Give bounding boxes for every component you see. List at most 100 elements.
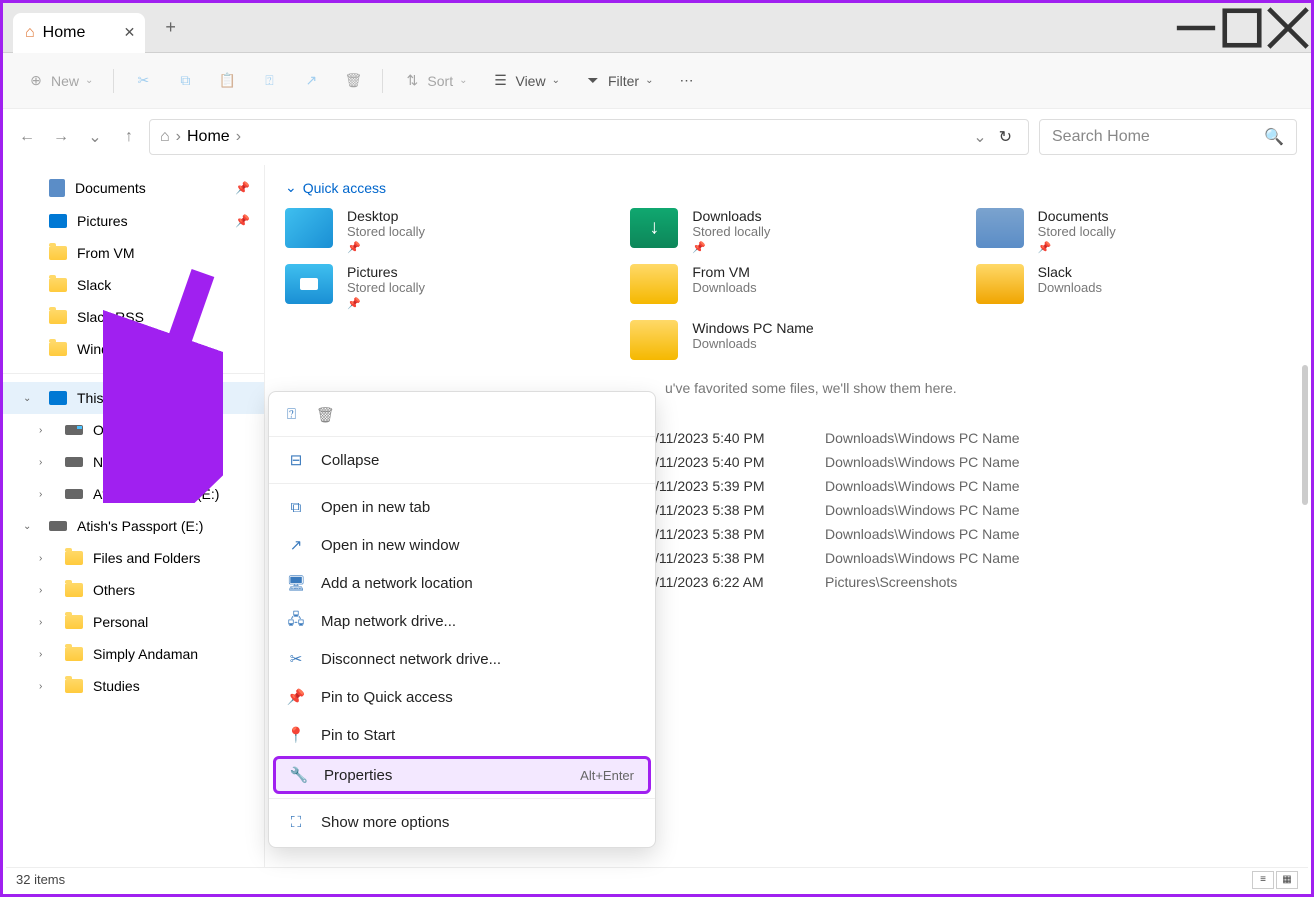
toolbar: ⊕ New ⌄ ✂ ⧉ 📋 ⍰ ↗ 🗑 ⇅ Sort ⌄ ☰ View ⌄ ⏷ … — [3, 53, 1311, 109]
pin-icon: 📌 — [235, 181, 250, 195]
close-tab-icon[interactable]: ✕ — [124, 24, 136, 41]
sort-icon: ⇅ — [403, 72, 421, 90]
maximize-button[interactable] — [1219, 8, 1265, 48]
share-icon: ↗ — [302, 72, 320, 90]
home-icon: ⌂ — [25, 24, 35, 42]
new-tab-button[interactable]: + — [165, 17, 176, 38]
sidebar-item-others[interactable]: ›Others — [3, 574, 264, 606]
rename-button[interactable]: ⍰ — [250, 66, 288, 96]
navbar: ← → ⌄ ↑ ⌂ › Home › ⌄ ↻ Search Home 🔍 — [3, 109, 1311, 165]
qa-item-downloads[interactable]: DownloadsStored locally📌 — [630, 208, 945, 254]
scrollbar[interactable] — [1302, 365, 1308, 505]
chevron-right-icon[interactable]: › — [39, 489, 42, 500]
folder-icon — [630, 320, 678, 360]
cm-add-network-location[interactable]: 🖥Add a network location — [269, 564, 655, 602]
filter-button[interactable]: ⏷ Filter ⌄ — [574, 66, 664, 96]
close-button[interactable] — [1265, 8, 1311, 48]
cm-map-network-drive[interactable]: 🖧Map network drive... — [269, 602, 655, 640]
folder-icon — [49, 310, 67, 324]
chevron-right-icon[interactable]: › — [39, 617, 42, 628]
icons-view-button[interactable]: ▦ — [1276, 871, 1298, 889]
cm-open-new-window[interactable]: ↗Open in new window — [269, 526, 655, 564]
qa-item-slack[interactable]: SlackDownloads — [976, 264, 1291, 310]
sidebar-item-slack-rss[interactable]: Slack RSS — [3, 301, 264, 333]
folder-icon — [65, 615, 83, 629]
chevron-down-icon[interactable]: ⌄ — [23, 393, 31, 404]
paste-button[interactable]: 📋 — [208, 66, 246, 96]
forward-button[interactable]: → — [51, 128, 71, 146]
folder-icon — [630, 264, 678, 304]
rename-icon: ⍰ — [260, 72, 278, 90]
cm-collapse[interactable]: ⊟Collapse — [269, 441, 655, 479]
qa-item-windows-pc-name[interactable]: Windows PC NameDownloads — [630, 320, 945, 360]
cm-pin-start[interactable]: 📍Pin to Start — [269, 716, 655, 754]
sidebar-item-windows-pc-name[interactable]: Windows PC Name — [3, 333, 264, 365]
qa-item-desktop[interactable]: DesktopStored locally📌 — [285, 208, 600, 254]
rename-icon[interactable]: ⍰ — [287, 406, 296, 424]
up-button[interactable]: ↑ — [119, 128, 139, 146]
cm-open-new-tab[interactable]: ⧉Open in new tab — [269, 488, 655, 526]
back-button[interactable]: ← — [17, 128, 37, 146]
sidebar-item-ext-passport[interactable]: ⌄Atish's Passport (E:) — [3, 510, 264, 542]
details-view-button[interactable]: ≡ — [1252, 871, 1274, 889]
cm-show-more-options[interactable]: ⛶Show more options — [269, 803, 655, 841]
chevron-right-icon[interactable]: › — [39, 425, 42, 436]
chevron-down-icon[interactable]: ⌄ — [23, 521, 31, 532]
tab-home[interactable]: ⌂ Home ✕ — [13, 13, 145, 53]
view-button[interactable]: ☰ View ⌄ — [481, 66, 569, 96]
chevron-right-icon[interactable]: › — [39, 681, 42, 692]
new-button[interactable]: ⊕ New ⌄ — [17, 66, 103, 96]
search-icon: 🔍 — [1264, 127, 1284, 147]
chevron-right-icon[interactable]: › — [39, 553, 42, 564]
new-window-icon: ↗ — [287, 536, 305, 554]
qa-item-documents[interactable]: DocumentsStored locally📌 — [976, 208, 1291, 254]
chevron-down-icon[interactable]: ⌄ — [973, 127, 986, 147]
sidebar-item-pictures[interactable]: Pictures📌 — [3, 205, 264, 237]
recent-locations-button[interactable]: ⌄ — [85, 127, 105, 147]
sidebar-item-this-pc[interactable]: ⌄This PC — [3, 382, 264, 414]
chevron-right-icon[interactable]: › — [39, 649, 42, 660]
quick-access-header[interactable]: ⌄ Quick access — [285, 179, 1291, 196]
scissors-icon: ✂ — [134, 72, 152, 90]
sort-button[interactable]: ⇅ Sort ⌄ — [393, 66, 477, 96]
copy-button[interactable]: ⧉ — [166, 66, 204, 96]
folder-icon — [65, 679, 83, 693]
sidebar-item-studies[interactable]: ›Studies — [3, 670, 264, 702]
breadcrumb[interactable]: ⌂ › Home › ⌄ ↻ — [149, 119, 1029, 155]
qa-item-from-vm[interactable]: From VMDownloads — [630, 264, 945, 310]
delete-button[interactable]: 🗑 — [334, 66, 372, 96]
chevron-right-icon[interactable]: › — [39, 457, 42, 468]
minimize-button[interactable] — [1173, 8, 1219, 48]
statusbar: 32 items ≡ ▦ — [6, 867, 1308, 891]
sidebar-item-files-and-folders[interactable]: ›Files and Folders — [3, 542, 264, 574]
folder-icon — [65, 551, 83, 565]
downloads-icon — [630, 208, 678, 248]
sidebar-item-slack[interactable]: Slack — [3, 269, 264, 301]
chevron-right-icon[interactable]: › — [39, 585, 42, 596]
trash-icon[interactable]: 🗑 — [316, 406, 335, 424]
documents-icon — [49, 179, 65, 197]
sidebar-item-os-c[interactable]: ›OS (C:) — [3, 414, 264, 446]
qa-item-pictures[interactable]: PicturesStored locally📌 — [285, 264, 600, 310]
search-input[interactable]: Search Home 🔍 — [1039, 119, 1297, 155]
sidebar-item-documents[interactable]: Documents📌 — [3, 171, 264, 205]
more-button[interactable]: ⋯ — [667, 66, 705, 96]
folder-icon — [65, 647, 83, 661]
cut-button[interactable]: ✂ — [124, 66, 162, 96]
pin-start-icon: 📍 — [287, 726, 305, 744]
sidebar-item-new-volume-d[interactable]: ›New Volume (D:) — [3, 446, 264, 478]
cm-properties[interactable]: 🔧PropertiesAlt+Enter — [273, 756, 651, 794]
share-button[interactable]: ↗ — [292, 66, 330, 96]
filter-icon: ⏷ — [584, 72, 602, 90]
ellipsis-icon: ⋯ — [677, 72, 695, 90]
sidebar-item-from-vm[interactable]: From VM — [3, 237, 264, 269]
cm-disconnect-network-drive[interactable]: ✂Disconnect network drive... — [269, 640, 655, 678]
cm-pin-quick-access[interactable]: 📌Pin to Quick access — [269, 678, 655, 716]
sidebar-item-personal[interactable]: ›Personal — [3, 606, 264, 638]
documents-icon — [976, 208, 1024, 248]
sidebar-item-passport-e[interactable]: ›Atish's Passport (E:) — [3, 478, 264, 510]
refresh-button[interactable]: ↻ — [993, 127, 1018, 147]
disk-icon — [65, 457, 83, 467]
sidebar-item-simply-andaman[interactable]: ›Simply Andaman — [3, 638, 264, 670]
disconnect-icon: ✂ — [287, 650, 305, 668]
